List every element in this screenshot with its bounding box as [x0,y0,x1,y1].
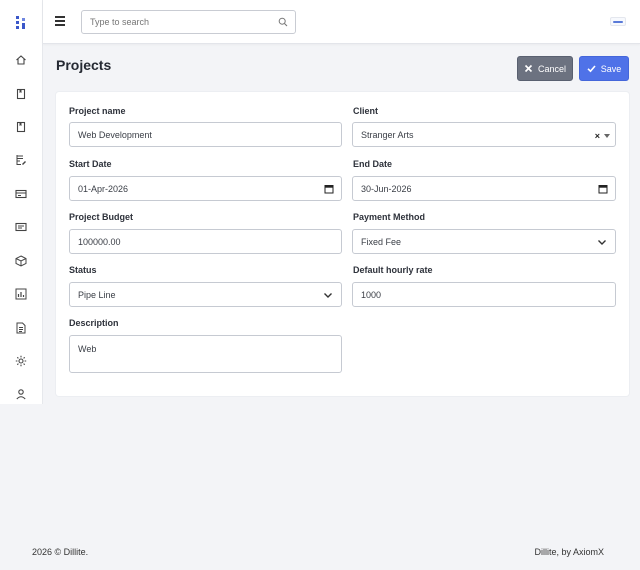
sidebar-item-bookmark[interactable] [13,119,29,135]
project-name-input[interactable]: Web Development [69,122,342,147]
end-date-value: 30-Jun-2026 [361,183,412,194]
close-icon [524,64,533,73]
card-icon [15,189,27,199]
description-label: Description [69,318,119,328]
edit-list-icon [16,155,26,165]
sidebar-item-tasks[interactable] [13,152,29,168]
start-date-input[interactable]: 01-Apr-2026 [69,176,342,201]
calendar-icon[interactable] [324,184,334,194]
end-date-label: End Date [353,159,393,169]
caret-down-icon[interactable] [604,134,610,138]
box-icon [15,255,27,267]
dillite-logo-icon[interactable] [15,15,27,29]
page-title: Projects [56,57,112,73]
footer-credit: Dillite, by AxiomX [534,547,604,557]
gear-icon [15,355,27,367]
client-label: Client [353,106,379,116]
sidebar-item-products[interactable] [13,253,29,269]
sidebar-item-documents[interactable] [13,320,29,336]
chevron-down-icon [324,293,332,298]
project-budget-label: Project Budget [69,212,134,222]
cancel-button-label: Cancel [537,63,566,74]
client-select[interactable]: Stranger Arts × [352,122,616,147]
bookmark-icon [16,121,26,133]
save-button-label: Save [600,63,622,74]
client-clear-button[interactable]: × [595,131,600,141]
start-date-label: Start Date [69,159,112,169]
end-date-input[interactable]: 30-Jun-2026 [352,176,616,201]
sidebar-item-profile[interactable] [13,386,29,402]
status-label: Status [69,265,97,275]
project-budget-value: 100000.00 [78,236,121,247]
company-logo-avatar[interactable] [610,17,626,26]
sidebar-item-expenses[interactable] [13,219,29,235]
description-value: Web [78,344,97,354]
search-input[interactable] [82,11,267,33]
search-icon[interactable] [278,17,288,27]
sidebar [0,0,43,404]
bar-chart-icon [15,288,27,300]
project-budget-input[interactable]: 100000.00 [69,229,342,254]
payment-method-value: Fixed Fee [361,236,402,247]
start-date-value: 01-Apr-2026 [78,183,129,194]
description-textarea[interactable]: Web [69,335,342,373]
user-icon [16,389,26,400]
check-icon [587,65,596,73]
payment-method-select[interactable]: Fixed Fee [352,229,616,254]
status-value: Pipe Line [78,289,116,300]
status-select[interactable]: Pipe Line [69,282,342,307]
project-name-label: Project name [69,106,126,116]
project-form-card: Project name Web Development Client Stra… [56,92,629,396]
client-value: Stranger Arts [361,129,414,140]
payment-method-label: Payment Method [353,212,426,222]
document-icon [16,322,26,334]
sidebar-item-settings[interactable] [13,353,29,369]
cancel-button[interactable]: Cancel [517,56,573,81]
home-icon [16,55,26,65]
hourly-rate-label: Default hourly rate [353,265,433,275]
chevron-down-icon [598,240,606,245]
search-box [81,10,296,34]
top-bar [43,0,640,44]
sidebar-item-home[interactable] [13,52,29,68]
sidebar-item-book[interactable] [13,86,29,102]
sidebar-item-reports[interactable] [13,286,29,302]
footer-copyright: 2026 © Dillite. [32,547,89,557]
project-name-value: Web Development [78,129,152,140]
hourly-rate-value: 1000 [361,289,382,300]
save-button[interactable]: Save [579,56,629,81]
calendar-icon[interactable] [598,184,608,194]
hamburger-menu-icon[interactable] [55,16,65,26]
book-icon [16,88,26,100]
hourly-rate-input[interactable]: 1000 [352,282,616,307]
sidebar-item-invoices[interactable] [13,186,29,202]
id-card-icon [15,222,27,232]
